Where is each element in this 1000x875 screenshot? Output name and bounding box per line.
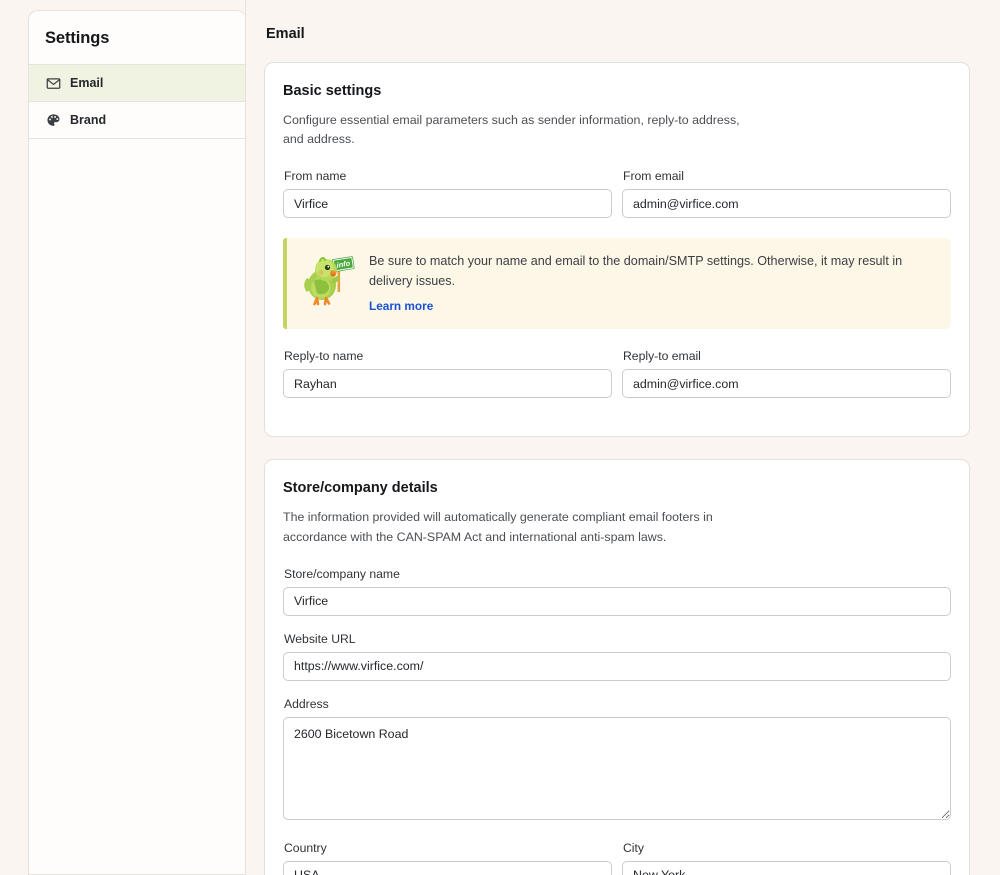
sender-fields-row: From name From email xyxy=(283,169,951,234)
info-banner: info Be sure to match your name and emai… xyxy=(283,238,951,330)
reply-to-email-field: Reply-to email xyxy=(622,349,951,399)
address-field: Address 2600 Bicetown Road xyxy=(283,697,951,825)
store-name-label: Store/company name xyxy=(284,566,400,581)
settings-sidebar: Settings Email Brand xyxy=(0,0,246,875)
store-name-field: Store/company name xyxy=(283,567,951,616)
info-banner-body: Be sure to match your name and email to … xyxy=(369,251,937,315)
from-email-input[interactable] xyxy=(622,189,951,219)
city-input[interactable] xyxy=(622,860,951,875)
from-name-label: From name xyxy=(284,169,347,184)
website-url-input[interactable] xyxy=(283,651,951,681)
palette-icon xyxy=(45,112,61,128)
settings-page: Settings Email Brand Email Basic setting… xyxy=(0,0,1000,875)
sidebar-item-brand[interactable]: Brand xyxy=(29,102,246,139)
bird-mascot-illustration: info xyxy=(299,251,357,311)
reply-to-name-field: Reply-to name xyxy=(283,349,612,399)
city-field: City xyxy=(622,841,951,875)
store-details-title: Store/company details xyxy=(283,480,438,497)
page-title: Email xyxy=(266,26,305,42)
country-input[interactable] xyxy=(283,860,612,875)
learn-more-link[interactable]: Learn more xyxy=(369,299,433,313)
store-details-card: Store/company details The information pr… xyxy=(264,459,970,875)
from-email-label: From email xyxy=(623,169,684,184)
location-fields-row: Country City xyxy=(283,841,951,875)
main-content: Email Basic settings Configure essential… xyxy=(246,0,1000,875)
reply-to-name-label: Reply-to name xyxy=(284,349,364,364)
sidebar-title: Settings xyxy=(45,29,110,47)
envelope-icon xyxy=(45,75,61,91)
country-label: Country xyxy=(284,840,327,855)
sidebar-header: Settings xyxy=(29,11,246,65)
sidebar-item-email[interactable]: Email xyxy=(29,65,246,102)
sidebar-item-label: Brand xyxy=(70,113,107,127)
sidebar-item-label: Email xyxy=(70,76,104,90)
from-name-input[interactable] xyxy=(283,189,612,219)
store-name-input[interactable] xyxy=(283,586,951,616)
reply-to-fields-row: Reply-to name Reply-to email xyxy=(283,349,951,414)
from-email-field: From email xyxy=(622,169,951,219)
from-name-field: From name xyxy=(283,169,612,219)
country-field: Country xyxy=(283,841,612,875)
city-label: City xyxy=(623,840,644,855)
address-label: Address xyxy=(284,696,329,711)
basic-settings-title: Basic settings xyxy=(283,83,382,99)
website-url-label: Website URL xyxy=(284,631,356,646)
basic-settings-description: Configure essential email parameters suc… xyxy=(283,113,740,147)
basic-settings-card: Basic settings Configure essential email… xyxy=(264,62,970,438)
reply-to-email-input[interactable] xyxy=(622,369,951,399)
sidebar-divider xyxy=(245,0,246,875)
info-banner-text: Be sure to match your name and email to … xyxy=(369,254,903,288)
store-details-description: The information provided will automatica… xyxy=(283,510,713,544)
reply-to-email-label: Reply-to email xyxy=(623,349,701,364)
address-textarea[interactable]: 2600 Bicetown Road xyxy=(283,716,951,820)
sidebar-panel: Settings Email Brand xyxy=(28,10,246,875)
website-url-field: Website URL xyxy=(283,632,951,681)
reply-to-name-input[interactable] xyxy=(283,369,612,399)
